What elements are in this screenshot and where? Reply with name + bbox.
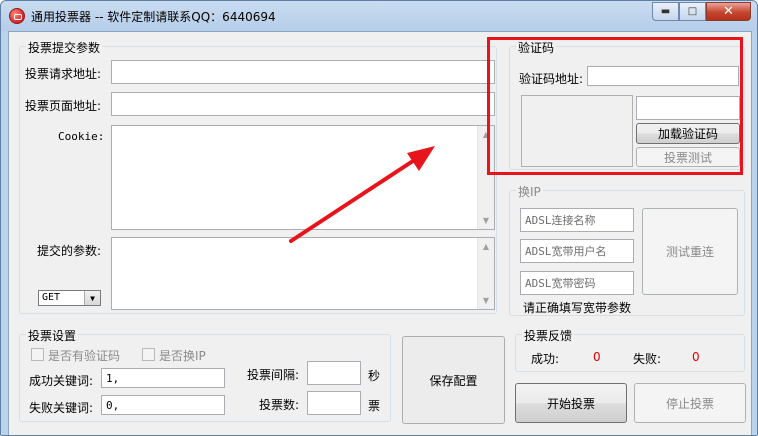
- annotation-arrow-icon: [289, 146, 435, 243]
- app-window: 通用投票器 -- 软件定制请联系QQ：6440694 ▬ □ ✕ 投票提交参数 …: [0, 0, 758, 436]
